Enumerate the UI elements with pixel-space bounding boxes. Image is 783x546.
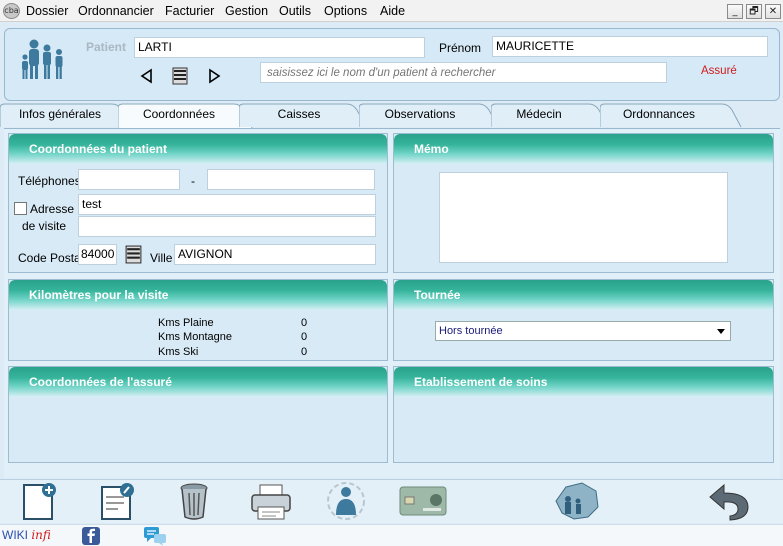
menu-outils[interactable]: Outils: [279, 4, 311, 18]
menu-ordonnancier[interactable]: Ordonnancier: [78, 4, 154, 18]
tab-strip: Infos générales Coordonnées Caisses Obse…: [0, 102, 783, 129]
panel-title: Etablissement de soins: [414, 375, 548, 389]
edit-document-icon[interactable]: [96, 481, 136, 521]
france-map-family-icon[interactable]: [552, 481, 602, 521]
visit-address-checkbox[interactable]: [14, 202, 27, 215]
tab-label: Coordonnées: [142, 107, 216, 121]
wiki-prefix: WIKI: [2, 528, 28, 542]
tournee-panel: Tournée: [393, 279, 774, 361]
menu-facturier[interactable]: Facturier: [165, 4, 214, 18]
restore-button[interactable]: 🗗: [746, 4, 762, 19]
back-arrow-icon[interactable]: [706, 481, 754, 521]
next-patient-icon[interactable]: [206, 68, 222, 84]
tab-label: Observations: [384, 107, 456, 121]
phone2-field[interactable]: [207, 169, 375, 190]
tab-label: Ordonnances: [622, 107, 696, 121]
facebook-icon[interactable]: [81, 526, 101, 546]
panel-title: Kilomètres pour la visite: [29, 288, 169, 302]
patient-profile-icon[interactable]: [324, 481, 368, 521]
tab-label: Caisses: [277, 107, 321, 121]
close-button[interactable]: ✕: [765, 4, 781, 19]
menu-gestion[interactable]: Gestion: [225, 4, 268, 18]
kms-ski-label: Kms Ski: [158, 346, 199, 358]
kms-plaine-label: Kms Plaine: [158, 317, 214, 329]
city-lookup-icon[interactable]: [124, 245, 143, 264]
phone1-field[interactable]: [78, 169, 180, 190]
patient-label: Patient: [86, 40, 127, 54]
panel-header: Tournée: [394, 280, 773, 310]
panel-title: Mémo: [414, 142, 449, 156]
tab-label: Infos générales: [18, 107, 102, 121]
tab-caisses[interactable]: Caisses: [239, 102, 367, 128]
chat-icon[interactable]: [143, 526, 167, 546]
previous-patient-icon[interactable]: [139, 68, 155, 84]
trash-icon[interactable]: [174, 481, 214, 521]
patient-firstname-field[interactable]: MAURICETTE: [492, 36, 768, 57]
tab-medecin[interactable]: Médecin: [491, 102, 609, 128]
address-label: Adresse: [30, 202, 75, 216]
de-visite-label: de visite: [22, 219, 67, 233]
phone-separator: -: [191, 174, 195, 188]
kms-ski-value: 0: [301, 346, 308, 358]
tab-observations[interactable]: Observations: [359, 102, 499, 128]
telephones-label: Téléphones: [18, 174, 81, 188]
memo-textarea[interactable]: [439, 172, 728, 263]
chevron-down-icon[interactable]: [714, 324, 728, 338]
panel-title: Tournée: [414, 288, 461, 302]
patient-search-input[interactable]: [260, 62, 667, 83]
tab-ordonnances[interactable]: Ordonnances: [600, 102, 742, 128]
menu-options[interactable]: Options: [324, 4, 367, 18]
kms-plaine-value: 0: [301, 317, 308, 329]
postal-code-field[interactable]: 84000: [78, 244, 117, 265]
vitale-card-icon[interactable]: [399, 486, 447, 516]
family-icon: [22, 39, 63, 79]
menu-aide[interactable]: Aide: [380, 4, 405, 18]
panel-title: Coordonnées de l'assuré: [29, 375, 172, 389]
panel-header: Kilomètres pour la visite: [9, 280, 387, 310]
city-label: Ville: [150, 251, 173, 265]
city-field[interactable]: AVIGNON: [174, 244, 376, 265]
tab-label: Médecin: [516, 107, 562, 121]
tab-infos-generales[interactable]: Infos générales: [0, 102, 130, 128]
footer-bar: WIKI infi: [0, 524, 783, 546]
printer-icon[interactable]: [248, 481, 294, 521]
new-document-icon[interactable]: [18, 481, 58, 521]
patient-card-icon[interactable]: [171, 67, 189, 85]
tournee-selected-value: Hors tournée: [439, 325, 503, 337]
insured-status: Assuré: [701, 65, 737, 77]
kms-montagne-label: Kms Montagne: [158, 331, 232, 343]
patient-lastname-field[interactable]: LARTI: [134, 37, 425, 58]
panel-header: Coordonnées du patient: [9, 134, 387, 164]
postal-code-label: Code Postal: [18, 251, 84, 265]
menu-dossier[interactable]: Dossier: [26, 4, 68, 18]
address-line2-field[interactable]: [78, 216, 376, 237]
app-logo: cba: [3, 3, 20, 19]
wiki-link[interactable]: WIKI infi: [2, 528, 51, 542]
panel-header: Etablissement de soins: [394, 367, 773, 397]
tournee-select[interactable]: Hors tournée: [435, 321, 731, 341]
firstname-label: Prénom: [439, 41, 482, 55]
panel-header: Mémo: [394, 134, 773, 164]
kms-montagne-value: 0: [301, 331, 308, 343]
panel-title: Coordonnées du patient: [29, 142, 167, 156]
tab-coordonnees[interactable]: Coordonnées: [118, 102, 253, 129]
menu-bar: cba Dossier Ordonnancier Facturier Gesti…: [0, 0, 783, 22]
wiki-suffix: infi: [31, 528, 51, 542]
minimize-button[interactable]: _: [727, 4, 743, 19]
address-line1-field[interactable]: test: [78, 194, 376, 215]
insured-contact-panel: Coordonnées de l'assuré: [8, 366, 388, 463]
panel-header: Coordonnées de l'assuré: [9, 367, 387, 397]
care-facility-panel: Etablissement de soins: [393, 366, 774, 463]
